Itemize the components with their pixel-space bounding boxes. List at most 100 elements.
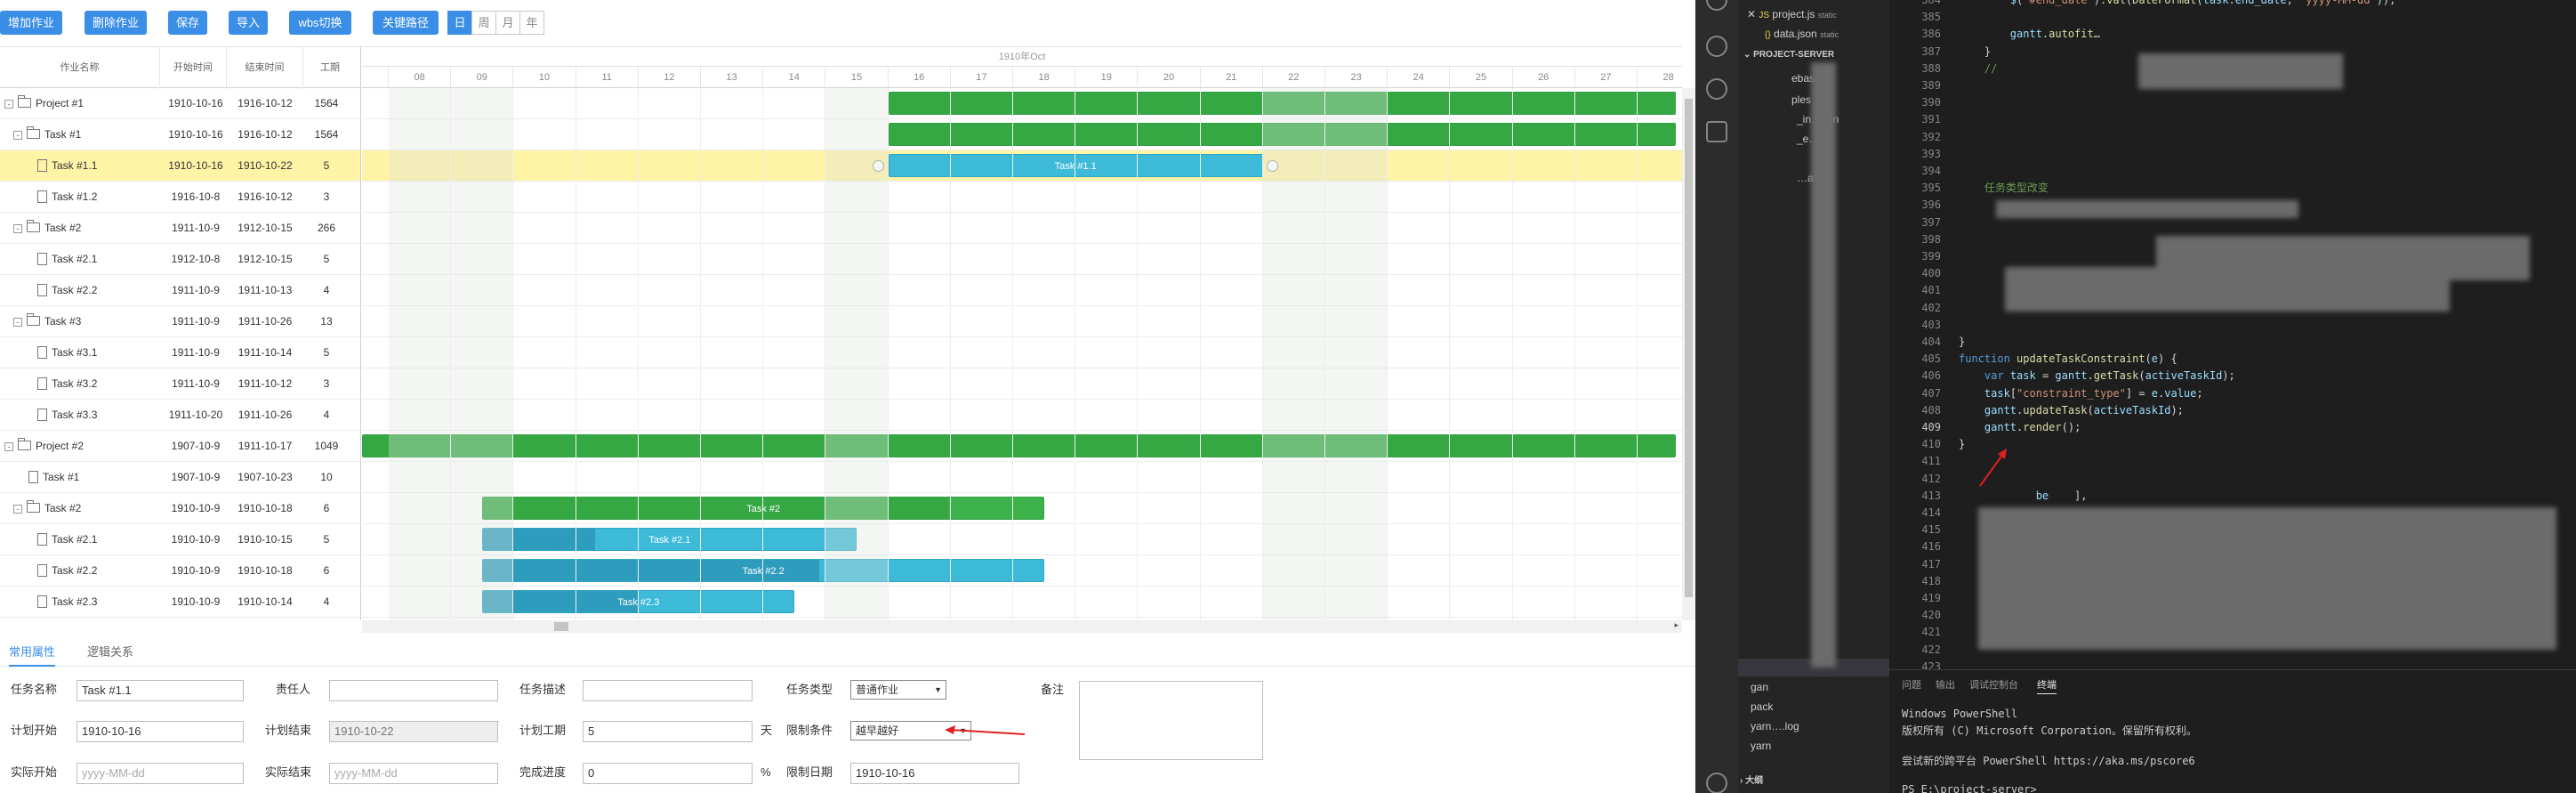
table-row[interactable]: Task #2.1 1912-10-8 1912-10-15 5 (0, 244, 360, 275)
plan-duration-input[interactable]: 5 (583, 721, 753, 742)
tab-debug-console[interactable]: 调试控制台 (1969, 677, 2018, 692)
file-item-project-js[interactable]: ✕ JS project.js static (1747, 5, 1837, 23)
import-button[interactable]: 导入 (229, 11, 268, 35)
table-row[interactable]: - Project #2 1907-10-9 1911-10-17 1049 (0, 431, 360, 462)
end-date-cell: 1910-10-18 (237, 564, 293, 577)
blurred-region (1996, 200, 2298, 218)
col-header-end[interactable]: 结束时间 (227, 47, 303, 89)
table-row[interactable]: Task #2.2 1911-10-9 1911-10-13 4 (0, 275, 360, 306)
day-gridline (637, 88, 639, 620)
gear-icon[interactable] (1706, 773, 1727, 793)
actual-start-input[interactable]: yyyy-MM-dd (76, 763, 244, 784)
collapse-toggle-icon[interactable]: - (13, 318, 22, 327)
duration-cell: 266 (317, 222, 336, 234)
vertical-scrollbar[interactable] (1682, 88, 1695, 620)
collapse-toggle-icon[interactable]: - (13, 505, 22, 514)
tree-item[interactable]: pack (1751, 698, 1773, 716)
explorer-panel: ✕ JS project.js static {} data.json stat… (1738, 0, 1889, 793)
task-bar[interactable]: Task #2.3 (482, 590, 795, 613)
col-header-start[interactable]: 开始时间 (160, 47, 227, 89)
tab-output[interactable]: 输出 (1936, 677, 1955, 692)
extensions-icon[interactable] (1706, 121, 1727, 142)
critical-path-button[interactable]: 关键路径 (373, 11, 439, 35)
task-bar[interactable]: Task #2 (482, 497, 1045, 520)
folder-icon (18, 95, 31, 108)
save-button[interactable]: 保存 (168, 11, 207, 35)
task-type-select[interactable]: 普通作业 ▼ (850, 680, 946, 700)
table-row[interactable]: Task #1.2 1916-10-8 1916-10-12 3 (0, 182, 360, 213)
day-header: 13 (701, 67, 764, 88)
code-line: 394 (1889, 163, 2576, 180)
collapse-toggle-icon[interactable]: - (13, 131, 22, 140)
table-row[interactable]: Task #2.3 1910-10-9 1910-10-14 4 (0, 587, 360, 618)
dropdown-caret-icon: ▼ (934, 685, 942, 694)
scale-day-button[interactable]: 日 (447, 11, 472, 35)
source-control-icon[interactable] (1706, 36, 1727, 57)
task-bar[interactable]: Task #2.1 (482, 528, 857, 551)
collapse-toggle-icon[interactable]: - (4, 442, 13, 451)
table-row[interactable]: Task #1.1 1910-10-16 1910-10-22 5 (0, 150, 360, 182)
table-row[interactable]: Task #2.2 1910-10-9 1910-10-18 6 (0, 555, 360, 587)
tree-item[interactable]: yarn….log (1751, 717, 1799, 735)
start-date-cell: 1911-10-9 (172, 377, 220, 390)
table-row[interactable]: - Task #2 1910-10-9 1910-10-18 6 (0, 493, 360, 524)
scale-month-button[interactable]: 月 (495, 11, 520, 35)
table-row[interactable]: Task #2.1 1910-10-9 1910-10-15 5 (0, 524, 360, 555)
day-header: 18 (1013, 67, 1076, 88)
add-task-button[interactable]: 增加作业 (0, 11, 62, 35)
wbs-toggle-button[interactable]: wbs切换 (289, 11, 351, 35)
tree-item[interactable]: yarn (1751, 737, 1771, 755)
tree-item[interactable]: gan (1751, 678, 1768, 696)
horizontal-scrollbar[interactable]: ▸ (362, 620, 1682, 633)
collapse-toggle-icon[interactable]: - (13, 224, 22, 233)
plan-start-label: 计划开始 (11, 724, 58, 737)
plan-end-input[interactable]: 1910-10-22 (329, 721, 498, 742)
line-number: 397 (1921, 215, 1941, 229)
table-row[interactable]: Task #3.3 1911-10-20 1911-10-26 4 (0, 400, 360, 431)
code-area[interactable]: 384 $("#end_date").val(DateFormat(task.e… (1889, 0, 2576, 669)
scale-week-button[interactable]: 周 (471, 11, 496, 35)
code-text: } (1959, 45, 1992, 58)
tree-item[interactable]: ples (1791, 91, 1811, 109)
tab-logic-relations[interactable]: 逻辑关系 (87, 638, 133, 667)
limit-date-input[interactable]: 1910-10-16 (850, 763, 1019, 784)
col-header-duration[interactable]: 工期 (303, 47, 357, 89)
plan-start-input[interactable]: 1910-10-16 (76, 721, 244, 742)
task-bar[interactable]: Task #1.1 (888, 154, 1263, 177)
code-line: 413 be ], (1889, 488, 2576, 505)
progress-input[interactable]: 0 (583, 763, 753, 784)
table-row[interactable]: - Project #1 1910-10-16 1916-10-12 1564 (0, 88, 360, 119)
delete-task-button[interactable]: 删除作业 (85, 11, 147, 35)
description-input[interactable] (583, 680, 753, 701)
debug-icon[interactable] (1706, 78, 1727, 100)
task-name-input[interactable]: Task #1.1 (76, 680, 244, 701)
tab-common-properties[interactable]: 常用属性 (9, 638, 56, 667)
duration-cell: 6 (323, 502, 330, 514)
table-row[interactable]: - Task #2 1911-10-9 1912-10-15 266 (0, 213, 360, 244)
tab-problems[interactable]: 问题 (1902, 677, 1921, 692)
scroll-right-icon[interactable]: ▸ (1674, 620, 1678, 630)
outline-header[interactable]: › 大纲 (1740, 773, 1763, 790)
table-row[interactable]: Task #1 1907-10-9 1907-10-23 10 (0, 462, 360, 493)
line-number: 409 (1921, 421, 1941, 433)
col-header-name[interactable]: 作业名称 (0, 47, 160, 89)
collapse-toggle-icon[interactable]: - (4, 100, 13, 109)
code-text: } (1959, 336, 1966, 348)
task-bar[interactable]: Task #2.2 (482, 559, 1045, 582)
table-row[interactable]: - Task #3 1911-10-9 1911-10-26 13 (0, 306, 360, 337)
tab-terminal[interactable]: 终端 (2037, 677, 2057, 694)
search-icon[interactable] (1706, 0, 1727, 11)
table-row[interactable]: Task #3.2 1911-10-9 1911-10-12 3 (0, 368, 360, 400)
table-row[interactable]: Task #3.1 1911-10-9 1911-10-14 5 (0, 337, 360, 368)
line-number: 423 (1921, 659, 1941, 669)
project-section-header[interactable]: ⌄ PROJECT-SERVER (1743, 46, 1834, 64)
task-name-cell: Task #1 (44, 128, 82, 141)
task-name-cell: Task #2 (44, 222, 82, 234)
file-item-data-json[interactable]: {} data.json static (1765, 25, 1839, 43)
scale-year-button[interactable]: 年 (519, 11, 544, 35)
table-row[interactable]: - Task #1 1910-10-16 1916-10-12 1564 (0, 119, 360, 150)
owner-input[interactable] (329, 680, 498, 701)
task-bar[interactable] (362, 434, 1676, 457)
note-textarea[interactable] (1079, 681, 1263, 760)
actual-end-input[interactable]: yyyy-MM-dd (329, 763, 498, 784)
